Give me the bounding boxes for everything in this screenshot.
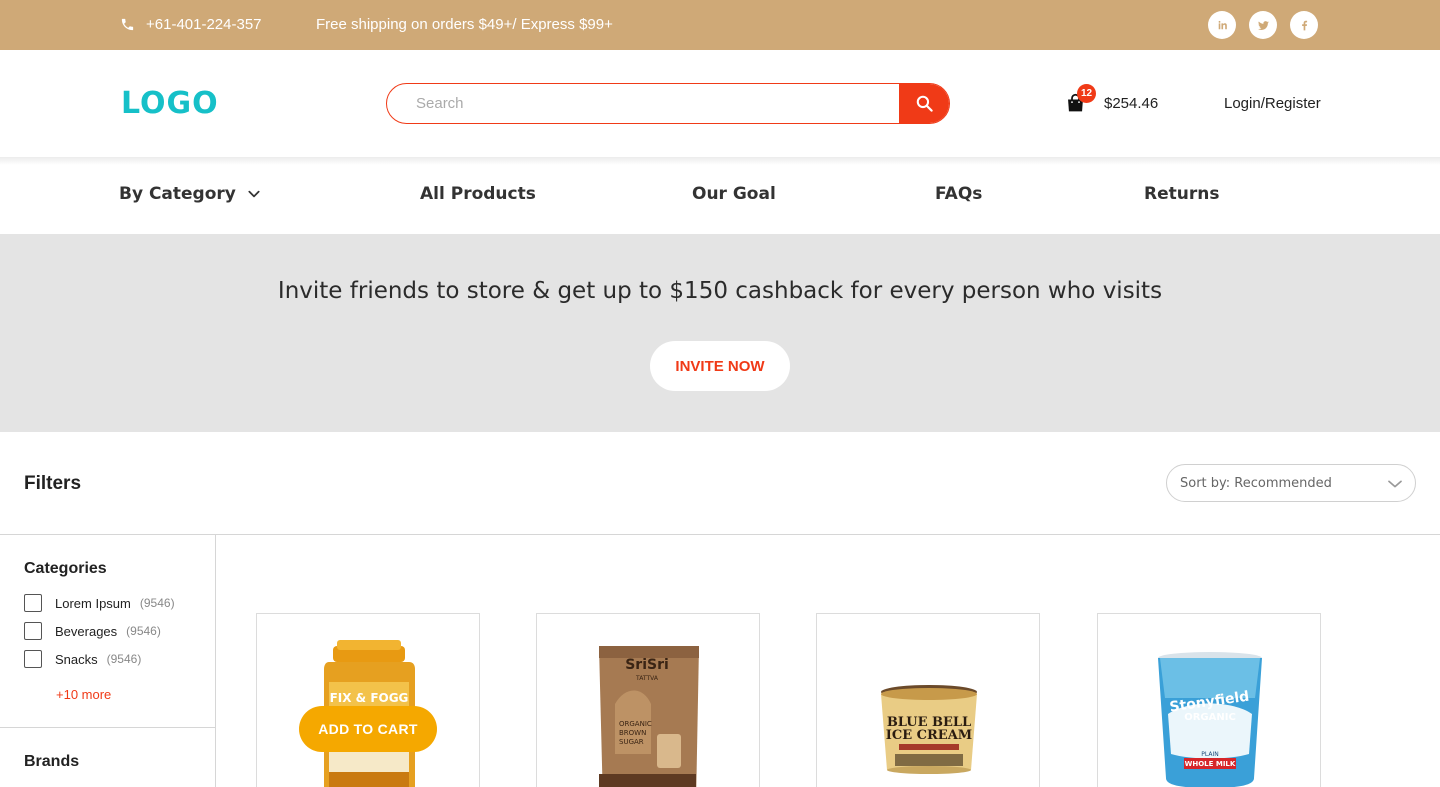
- product-brand-label: FIX & FOGG: [330, 691, 409, 705]
- nav-by-category[interactable]: By Category: [119, 184, 261, 204]
- nav-faqs[interactable]: FAQs: [935, 184, 982, 204]
- category-label: Beverages: [55, 623, 118, 639]
- product-line-label: SUGAR: [619, 738, 644, 746]
- facebook-icon[interactable]: [1290, 11, 1318, 39]
- chevron-down-icon: [1388, 480, 1402, 488]
- chevron-down-icon: [248, 190, 260, 198]
- top-bar: +61-401-224-357 Free shipping on orders …: [0, 0, 1440, 50]
- sort-dropdown[interactable]: Sort by: Recommended: [1166, 464, 1416, 502]
- filters-title: Filters: [24, 473, 82, 494]
- shipping-notice: Free shipping on orders $49+/ Express $9…: [316, 16, 613, 33]
- product-sub-label: TATTVA: [635, 675, 659, 682]
- category-checkbox-snacks[interactable]: Snacks (9546): [24, 650, 141, 668]
- show-more-categories-link[interactable]: +10 more: [56, 687, 111, 702]
- category-count: (9546): [106, 652, 142, 666]
- nav-our-goal[interactable]: Our Goal: [692, 184, 776, 204]
- social-links: [1208, 11, 1318, 39]
- category-label: Lorem Ipsum: [55, 595, 131, 611]
- nav-by-category-label: By Category: [119, 184, 236, 204]
- nav-returns[interactable]: Returns: [1144, 184, 1219, 204]
- search-button[interactable]: [899, 84, 949, 123]
- category-label: Snacks: [55, 651, 98, 667]
- category-checkbox-lorem-ipsum[interactable]: Lorem Ipsum (9546): [24, 594, 175, 612]
- brands-heading: Brands: [24, 753, 80, 770]
- category-count: (9546): [126, 624, 161, 638]
- banner-headline: Invite friends to store & get up to $150…: [277, 278, 1163, 304]
- search-input[interactable]: [387, 84, 899, 123]
- checkbox[interactable]: [24, 622, 42, 640]
- product-card[interactable]: BLUE BELL ICE CREAM: [816, 613, 1040, 787]
- product-card[interactable]: SriSri TATTVA ORGANIC BROWN SUGAR: [536, 613, 760, 787]
- site-logo[interactable]: LOGO: [121, 86, 219, 121]
- cart-count-badge: 12: [1077, 84, 1096, 103]
- add-to-cart-button[interactable]: ADD TO CART: [299, 706, 437, 752]
- search-bar: [386, 83, 950, 124]
- product-image-yogurt: Stonyfield ORGANIC PLAIN WHOLE MILK: [1158, 652, 1262, 787]
- product-line-label: BROWN: [619, 729, 646, 737]
- invite-now-button[interactable]: INVITE NOW: [650, 341, 790, 391]
- sort-label: Sort by: Recommended: [1180, 475, 1332, 491]
- category-checkbox-beverages[interactable]: Beverages (9546): [24, 622, 161, 640]
- product-image-ice-cream: BLUE BELL ICE CREAM: [881, 685, 977, 774]
- categories-heading: Categories: [24, 560, 107, 577]
- product-card[interactable]: FIX & FOGG: [256, 613, 480, 787]
- phone-number: +61-401-224-357: [146, 16, 262, 33]
- linkedin-icon[interactable]: [1208, 11, 1236, 39]
- product-brand-label: ICE CREAM: [886, 728, 972, 743]
- product-brand-label: SriSri: [625, 657, 669, 673]
- sidebar-divider: [215, 535, 216, 787]
- twitter-icon[interactable]: [1249, 11, 1277, 39]
- invite-banner: Invite friends to store & get up to $150…: [0, 234, 1440, 432]
- product-line-label: PLAIN: [1201, 751, 1218, 758]
- nav-all-products[interactable]: All Products: [420, 184, 536, 204]
- sidebar-section-divider: [0, 727, 215, 728]
- product-card[interactable]: Stonyfield ORGANIC PLAIN WHOLE MILK: [1097, 613, 1321, 787]
- product-sub-label: ORGANIC: [1184, 712, 1236, 723]
- divider: [0, 534, 1440, 535]
- checkbox[interactable]: [24, 594, 42, 612]
- site-header: LOGO 12 $254.46 Login/Register: [0, 50, 1440, 157]
- phone-icon: [121, 18, 134, 31]
- login-register-link[interactable]: Login/Register: [1224, 95, 1321, 112]
- product-image-jar: FIX & FOGG: [324, 640, 415, 787]
- cart-button[interactable]: 12: [1065, 84, 1096, 119]
- product-image-pouch: SriSri TATTVA ORGANIC BROWN SUGAR: [599, 646, 699, 787]
- checkbox[interactable]: [24, 650, 42, 668]
- phone-contact[interactable]: +61-401-224-357: [120, 16, 262, 33]
- main-nav: By Category All Products Our Goal FAQs R…: [0, 157, 1440, 234]
- search-icon: [916, 95, 933, 112]
- product-type-label: WHOLE MILK: [1185, 760, 1236, 768]
- product-line-label: ORGANIC: [619, 720, 652, 728]
- cart-total: $254.46: [1104, 95, 1159, 112]
- category-count: (9546): [139, 596, 175, 610]
